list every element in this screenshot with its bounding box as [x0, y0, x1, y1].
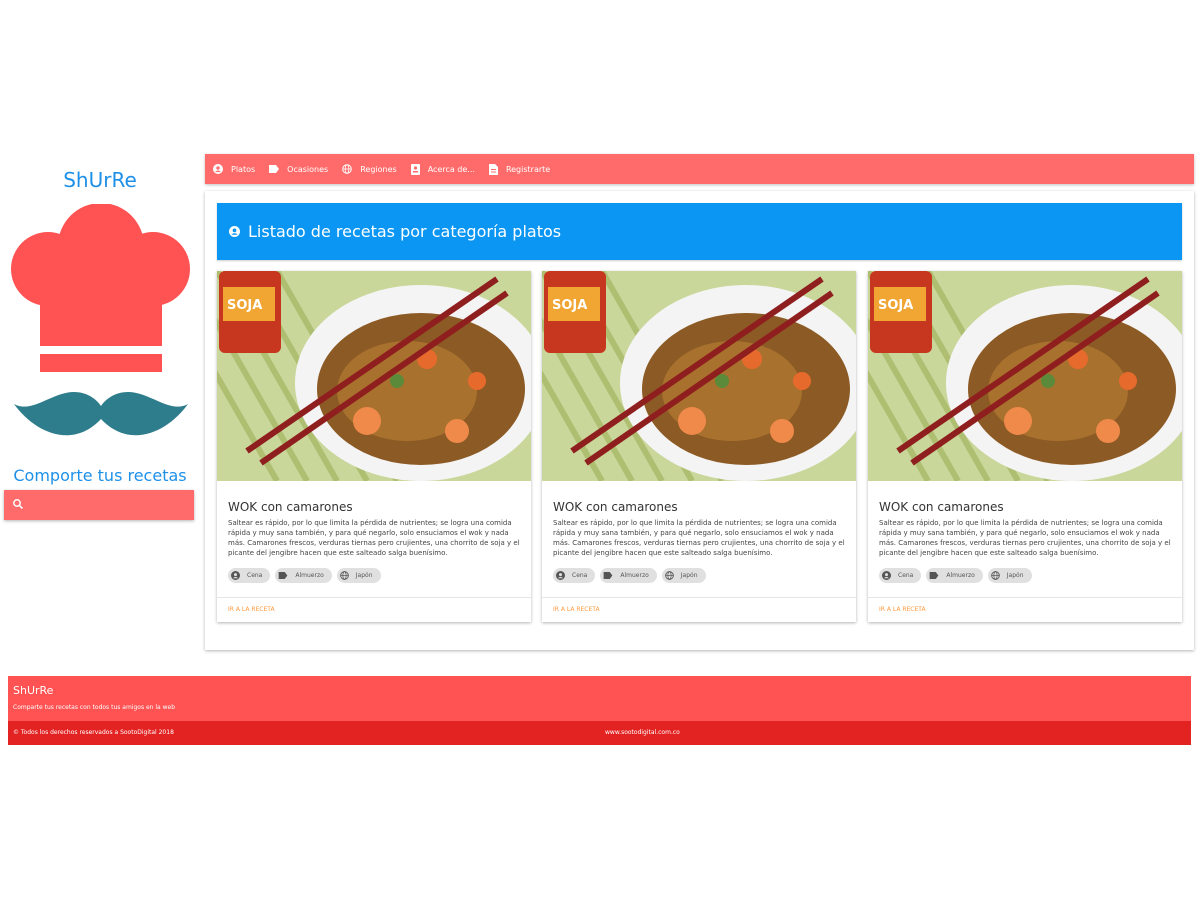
- copyright-text: © Todos los derechos reservados a SootoD…: [13, 729, 174, 736]
- nav-item-label: Registrarte: [505, 164, 551, 174]
- label-icon: [279, 572, 288, 579]
- chip-region[interactable]: Japón: [661, 568, 706, 583]
- nav-item-platos[interactable]: Platos: [213, 164, 255, 174]
- footer: ShUrRe Comparte tus recetas con todos tu…: [8, 676, 1191, 745]
- banner-title: Listado de recetas por categoría platos: [248, 222, 562, 241]
- chip-occasion[interactable]: Cena: [228, 568, 271, 583]
- chip-occasion[interactable]: Cena: [553, 568, 596, 583]
- chef-logo: [11, 204, 190, 436]
- recipe-card: SOJA WOK con camarones Saltear es rápido…: [217, 271, 531, 622]
- card-divider: [217, 597, 531, 598]
- recipe-link[interactable]: IR A LA RECETA: [553, 606, 600, 613]
- svg-text:SOJA: SOJA: [227, 298, 262, 313]
- document-icon: [488, 163, 498, 175]
- card-divider: [542, 597, 856, 598]
- footer-subtitle: Comparte tus recetas con todos tus amigo…: [13, 704, 176, 711]
- recipe-card-list: SOJA WOK con camarones Saltear es rápido…: [217, 271, 1182, 622]
- nav-item-acerca[interactable]: Acerca de...: [410, 163, 475, 175]
- globe-icon: [664, 571, 674, 580]
- card-divider: [868, 597, 1182, 598]
- chip-label: Cena: [572, 572, 588, 579]
- account-circle-icon: [231, 571, 240, 580]
- svg-text:SOJA: SOJA: [878, 298, 913, 313]
- recipe-image[interactable]: SOJA: [542, 271, 856, 481]
- nav-item-label: Platos: [231, 164, 256, 174]
- nav-item-regiones[interactable]: Regiones: [342, 164, 397, 174]
- globe-icon: [990, 571, 1000, 580]
- chip-label: Japón: [1006, 572, 1024, 579]
- recipe-title: WOK con camarones: [553, 500, 678, 514]
- chip-label: Almuerzo: [946, 572, 975, 579]
- nav-item-label: Acerca de...: [427, 164, 475, 174]
- chip-label: Cena: [247, 572, 263, 579]
- svg-text:SOJA: SOJA: [552, 298, 587, 313]
- recipe-link[interactable]: IR A LA RECETA: [879, 606, 926, 613]
- nav-item-label: Ocasiones: [287, 164, 329, 174]
- footer-bottom: © Todos los derechos reservados a SootoD…: [8, 721, 1191, 745]
- recipe-chips: Cena Almuerzo Japón: [879, 568, 1037, 583]
- chip-region[interactable]: Japón: [336, 568, 381, 583]
- recipe-image[interactable]: SOJA: [217, 271, 531, 481]
- account-circle-icon: [556, 571, 565, 580]
- chip-label: Japón: [680, 572, 698, 579]
- label-icon: [269, 165, 280, 173]
- chip-meal[interactable]: Almuerzo: [600, 568, 657, 583]
- recipe-description: Saltear es rápido, por lo que limita la …: [553, 519, 845, 557]
- top-nav: Platos Ocasiones Regiones Acerca de... R…: [205, 154, 1194, 184]
- recipe-card: SOJA WOK con camarones Saltear es rápido…: [542, 271, 856, 622]
- chip-label: Almuerzo: [295, 572, 324, 579]
- nav-item-ocasiones[interactable]: Ocasiones: [269, 165, 328, 174]
- globe-icon: [339, 571, 349, 580]
- recipe-chips: Cena Almuerzo Japón: [553, 568, 711, 583]
- globe-icon: [342, 164, 353, 174]
- search-box[interactable]: [4, 490, 194, 520]
- account-circle-icon: [229, 226, 240, 237]
- recipe-chips: Cena Almuerzo Japón: [228, 568, 386, 583]
- label-icon: [930, 572, 939, 579]
- search-input[interactable]: [28, 494, 192, 518]
- account-circle-icon: [882, 571, 891, 580]
- recipe-description: Saltear es rápido, por lo que limita la …: [879, 519, 1171, 557]
- chip-label: Almuerzo: [620, 572, 649, 579]
- chip-label: Japón: [355, 572, 373, 579]
- footer-title: ShUrRe: [13, 684, 54, 697]
- contact-card-icon: [410, 163, 420, 175]
- nav-item-label: Regiones: [360, 164, 397, 174]
- chip-occasion[interactable]: Cena: [879, 568, 922, 583]
- sidebar-tagline: Comporte tus recetas: [13, 466, 187, 485]
- chip-meal[interactable]: Almuerzo: [926, 568, 983, 583]
- footer-top: ShUrRe Comparte tus recetas con todos tu…: [8, 676, 1191, 721]
- chef-hat-icon: [11, 204, 190, 372]
- recipe-link[interactable]: IR A LA RECETA: [228, 606, 275, 613]
- chip-meal[interactable]: Almuerzo: [275, 568, 332, 583]
- nav-item-registrarte[interactable]: Registrarte: [488, 163, 551, 175]
- recipe-image[interactable]: SOJA: [868, 271, 1182, 481]
- mustache-icon: [14, 392, 188, 436]
- category-banner: Listado de recetas por categoría platos: [217, 203, 1182, 260]
- chip-region[interactable]: Japón: [987, 568, 1032, 583]
- recipe-title: WOK con camarones: [228, 500, 353, 514]
- site-link[interactable]: www.sootodigital.com.co: [605, 729, 680, 736]
- recipe-title: WOK con camarones: [879, 500, 1004, 514]
- search-icon: [13, 499, 24, 510]
- brand-title: ShUrRe: [63, 168, 137, 192]
- label-icon: [604, 572, 613, 579]
- account-circle-icon: [213, 164, 223, 174]
- recipe-description: Saltear es rápido, por lo que limita la …: [228, 519, 520, 557]
- recipe-card: SOJA WOK con camarones Saltear es rápido…: [868, 271, 1182, 622]
- chip-label: Cena: [898, 572, 914, 579]
- main-panel: Listado de recetas por categoría platos …: [205, 191, 1194, 650]
